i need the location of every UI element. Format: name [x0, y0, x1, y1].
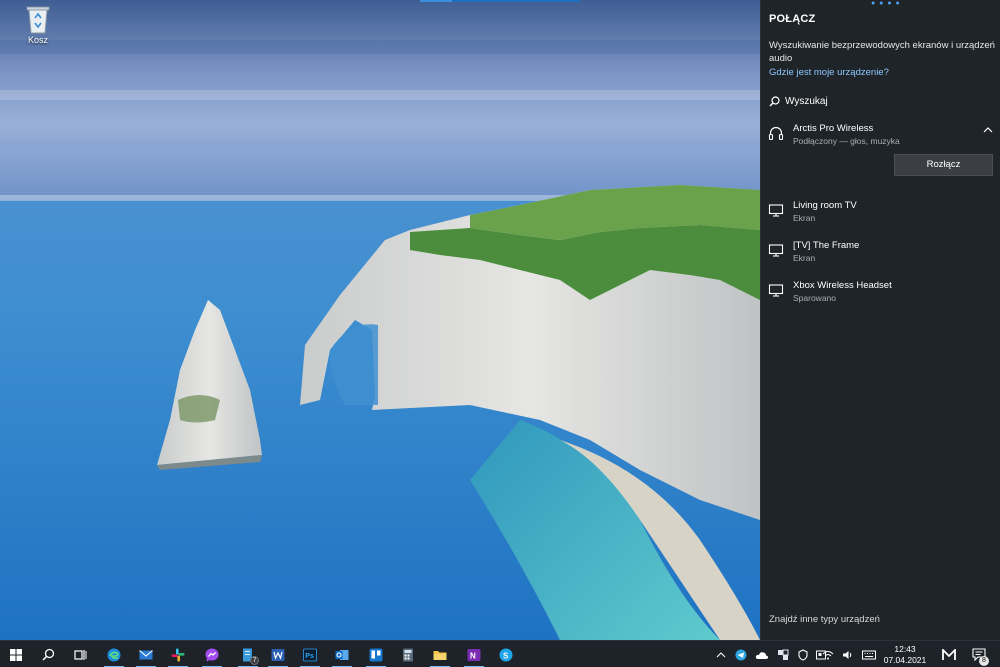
- wifi-icon: [822, 650, 834, 659]
- device-status: Podłączony — głos, muzyka: [793, 136, 900, 146]
- taskbar-app-skype[interactable]: S: [490, 641, 522, 667]
- where-is-my-device-link[interactable]: Gdzie jest moje urządzenie?: [769, 67, 889, 78]
- app-tray-icon: [778, 649, 789, 660]
- device-status: Ekran: [793, 213, 816, 223]
- start-button[interactable]: [0, 641, 32, 667]
- tray-telegram[interactable]: [732, 641, 750, 667]
- monitor-icon: [768, 244, 784, 257]
- find-other-devices-link[interactable]: Znajdź inne typy urządzeń: [769, 614, 880, 625]
- headset-icon: [768, 126, 784, 141]
- desktop-icon-recycle-bin[interactable]: Kosz: [14, 4, 62, 45]
- task-view-icon: [74, 649, 87, 660]
- notification-count-badge: 8: [979, 656, 989, 666]
- messenger-icon: [205, 648, 219, 662]
- tray-app-b[interactable]: [794, 641, 812, 667]
- taskbar-app-slack[interactable]: [162, 641, 194, 667]
- device-item-the-frame[interactable]: [TV] The Frame Ekran: [761, 240, 1000, 274]
- device-status: Sparowano: [793, 293, 837, 303]
- tray-onedrive[interactable]: [752, 641, 772, 667]
- device-item-living-room-tv[interactable]: Living room TV Ekran: [761, 200, 1000, 234]
- loading-dots-icon: ● ● ● ●: [871, 0, 901, 7]
- taskbar-app-word[interactable]: [262, 641, 294, 667]
- clock-time: 12:43: [894, 644, 916, 654]
- taskbar-app-mail[interactable]: [130, 641, 162, 667]
- folder-icon: [433, 650, 447, 660]
- device-item-arctis-pro-wireless[interactable]: Arctis Pro Wireless Podłączony — głos, m…: [761, 123, 1000, 157]
- search-icon: [42, 648, 55, 661]
- taskbar-app-photoshop[interactable]: Ps: [294, 641, 326, 667]
- windows-start-icon: [10, 648, 22, 661]
- top-progress-strip-highlight: [420, 0, 452, 2]
- taskbar-app-messenger[interactable]: [196, 641, 228, 667]
- skype-icon: S: [499, 648, 513, 661]
- taskbar-app-sticky-notes[interactable]: 7: [232, 641, 264, 667]
- tray-wifi[interactable]: [818, 641, 838, 667]
- taskbar-app-calculator[interactable]: [392, 641, 424, 667]
- searching-status-text: Wyszukiwanie bezprzewodowych ekranów i u…: [769, 40, 995, 64]
- telegram-icon: [735, 649, 747, 660]
- connect-panel: ● ● ● ● POŁĄCZ Wyszukiwanie bezprzewodow…: [760, 0, 1000, 640]
- taskbar-app-onenote[interactable]: N: [458, 641, 490, 667]
- device-status: Ekran: [793, 253, 816, 263]
- taskbar-clock[interactable]: 12:43 07.04.2021: [874, 644, 936, 666]
- taskbar-app-edge[interactable]: [98, 641, 130, 667]
- taskbar-app-trello[interactable]: [360, 641, 392, 667]
- show-hidden-icons-button[interactable]: [712, 641, 730, 667]
- mail-icon: [139, 649, 153, 659]
- chevron-up-icon: [716, 651, 726, 657]
- tray-volume[interactable]: [838, 641, 858, 667]
- svg-text:N: N: [470, 651, 476, 660]
- taskbar-app-file-explorer[interactable]: [424, 641, 456, 667]
- chevron-up-icon[interactable]: [983, 126, 993, 134]
- recycle-bin-icon: [26, 6, 50, 34]
- photoshop-icon: Ps: [303, 648, 317, 661]
- disconnect-button[interactable]: Rozłącz: [894, 154, 993, 176]
- device-name: [TV] The Frame: [793, 240, 860, 251]
- slack-icon: [171, 648, 185, 661]
- search-label: Wyszukaj: [785, 95, 828, 107]
- device-name: Living room TV: [793, 200, 857, 211]
- device-name: Arctis Pro Wireless: [793, 123, 874, 134]
- m-logo-icon: [942, 648, 956, 660]
- monitor-icon: [768, 204, 784, 217]
- monitor-icon: [768, 284, 784, 297]
- taskbar-app-outlook[interactable]: [326, 641, 358, 667]
- trello-icon: [369, 648, 383, 661]
- task-view-button[interactable]: [64, 641, 96, 667]
- device-item-xbox-wireless-headset[interactable]: Xbox Wireless Headset Sparowano: [761, 280, 1000, 314]
- outlook-icon: [335, 649, 349, 660]
- device-name: Xbox Wireless Headset: [793, 280, 892, 291]
- clock-date: 07.04.2021: [883, 655, 927, 665]
- taskbar: 7 Ps N S 12:43 07.04.2021 8: [0, 640, 1000, 667]
- tray-app-m[interactable]: [938, 641, 960, 667]
- edge-icon: [107, 648, 121, 661]
- tray-app-a[interactable]: [774, 641, 792, 667]
- calculator-icon: [403, 648, 413, 661]
- cloud-icon: [755, 651, 769, 659]
- taskbar-search-button[interactable]: [32, 641, 64, 667]
- search-icon: [769, 95, 780, 106]
- action-center-button[interactable]: 8: [966, 641, 992, 667]
- speaker-icon: [843, 650, 852, 659]
- panel-title: POŁĄCZ: [769, 13, 816, 25]
- shield-icon: [798, 648, 808, 661]
- word-icon: [271, 648, 285, 661]
- onenote-icon: N: [467, 648, 481, 661]
- svg-text:Ps: Ps: [305, 653, 314, 660]
- svg-text:S: S: [503, 651, 509, 660]
- device-search-field[interactable]: Wyszukaj: [769, 93, 828, 109]
- window-count-badge: 7: [250, 656, 259, 665]
- desktop-icon-label: Kosz: [27, 35, 48, 45]
